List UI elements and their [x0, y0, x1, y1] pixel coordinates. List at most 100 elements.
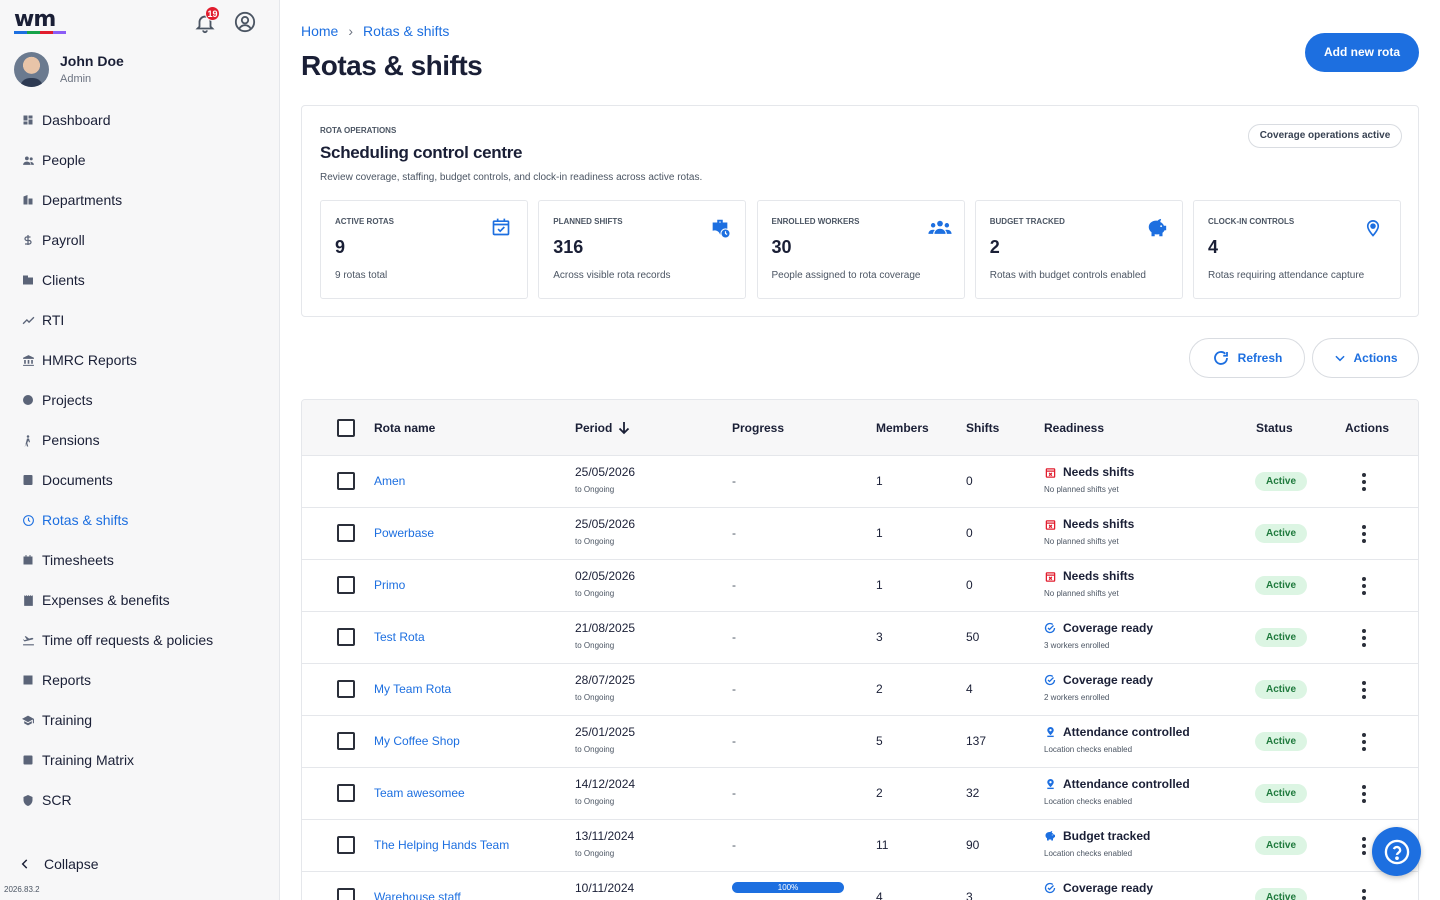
actions-button[interactable]: Actions: [1312, 338, 1419, 378]
piggy-bank-icon: [1044, 830, 1056, 842]
table-row[interactable]: My Coffee Shop 25/01/2025 to Ongoing - 5 137 A…: [302, 716, 1418, 768]
period-end: to Ongoing: [575, 745, 615, 754]
sidebar-item-label: Documents: [42, 472, 113, 488]
rota-name-link[interactable]: The Helping Hands Team: [374, 838, 509, 852]
breadcrumb-current[interactable]: Rotas & shifts: [363, 23, 449, 39]
sidebar-item-dashboard[interactable]: Dashboard: [0, 100, 279, 140]
sidebar-item-expenses-and-benefits[interactable]: Expenses & benefits: [0, 580, 279, 620]
members-count: 1: [876, 526, 883, 540]
wm-logo[interactable]: wm: [14, 7, 66, 34]
bank-icon: [21, 353, 35, 367]
status-badge: Active: [1255, 576, 1308, 595]
sidebar-item-training[interactable]: Training: [0, 700, 279, 740]
progress-value: -: [732, 630, 736, 644]
sidebar-item-label: SCR: [42, 792, 72, 808]
col-period[interactable]: Period: [575, 421, 630, 435]
status-badge: Active: [1255, 784, 1308, 803]
sidebar-item-departments[interactable]: Departments: [0, 180, 279, 220]
rota-name-link[interactable]: Primo: [374, 578, 405, 592]
sidebar-item-pensions[interactable]: Pensions: [0, 420, 279, 460]
col-rota-name[interactable]: Rota name: [374, 421, 435, 435]
more-vert-icon[interactable]: [1358, 471, 1370, 493]
table-row[interactable]: My Team Rota 28/07/2025 to Ongoing - 2 4 Cover…: [302, 664, 1418, 716]
row-checkbox[interactable]: [337, 628, 355, 646]
row-checkbox[interactable]: [337, 576, 355, 594]
rota-name-link[interactable]: Warehouse staff: [374, 890, 461, 900]
period-end: to Ongoing: [575, 485, 615, 494]
sidebar-item-reports[interactable]: Reports: [0, 660, 279, 700]
more-vert-icon[interactable]: [1358, 887, 1370, 900]
sidebar-item-people[interactable]: People: [0, 140, 279, 180]
table-row[interactable]: Amen 25/05/2026 to Ongoing - 1 0 Needs shifts N…: [302, 456, 1418, 508]
sidebar-item-training-matrix[interactable]: Training Matrix: [0, 740, 279, 780]
more-vert-icon[interactable]: [1358, 575, 1370, 597]
collapse-button[interactable]: Collapse: [18, 856, 98, 872]
rota-name-link[interactable]: Amen: [374, 474, 405, 488]
avatar[interactable]: [14, 52, 49, 87]
sidebar-item-hmrc-reports[interactable]: HMRC Reports: [0, 340, 279, 380]
readiness-label: Needs shifts: [1063, 569, 1135, 583]
sidebar-item-projects[interactable]: Projects: [0, 380, 279, 420]
readiness-label: Coverage ready: [1063, 621, 1154, 635]
row-checkbox[interactable]: [337, 472, 355, 490]
sidebar-item-timesheets[interactable]: Timesheets: [0, 540, 279, 580]
readiness-detail: 3 workers enrolled: [1044, 641, 1110, 650]
row-checkbox[interactable]: [337, 836, 355, 854]
rota-name-link[interactable]: My Team Rota: [374, 682, 451, 696]
more-vert-icon[interactable]: [1358, 783, 1370, 805]
breadcrumb-home[interactable]: Home: [301, 23, 338, 39]
select-all-checkbox[interactable]: [337, 419, 355, 437]
table-row[interactable]: Team awesomee 14/12/2024 to Ongoing - 2 32 Att…: [302, 768, 1418, 820]
logo-text: wm: [14, 7, 56, 32]
more-vert-icon[interactable]: [1358, 731, 1370, 753]
more-vert-icon[interactable]: [1358, 679, 1370, 701]
app-root: wm 19 John Doe Admin Dashboard People Depa…: [0, 0, 1440, 900]
stat-label: CLOCK-IN CONTROLS: [1208, 217, 1295, 226]
stat-card-active-rotas: ACTIVE ROTAS 9 9 rotas total: [320, 200, 528, 299]
check-badge-icon: [1044, 622, 1056, 634]
period-start: 25/05/2026: [575, 517, 636, 531]
row-checkbox[interactable]: [337, 784, 355, 802]
more-vert-icon[interactable]: [1358, 835, 1370, 857]
row-checkbox[interactable]: [337, 524, 355, 542]
row-checkbox[interactable]: [337, 680, 355, 698]
notification-badge: 19: [205, 6, 220, 21]
more-vert-icon[interactable]: [1358, 523, 1370, 545]
sidebar-item-scr[interactable]: SCR: [0, 780, 279, 820]
more-vert-icon[interactable]: [1358, 627, 1370, 649]
sidebar-item-documents[interactable]: Documents: [0, 460, 279, 500]
sidebar-item-time-off-requests-and-policies[interactable]: Time off requests & policies: [0, 620, 279, 660]
readiness-detail: No planned shifts yet: [1044, 537, 1119, 546]
elderly-icon: [21, 433, 35, 447]
table-row[interactable]: Primo 02/05/2026 to Ongoing - 1 0 Needs shifts…: [302, 560, 1418, 612]
readiness-label: Attendance controlled: [1063, 725, 1190, 739]
sidebar-item-clients[interactable]: Clients: [0, 260, 279, 300]
rota-name-link[interactable]: Test Rota: [374, 630, 425, 644]
stat-card-clock-in-controls: CLOCK-IN CONTROLS 4 Rotas requiring attend…: [1193, 200, 1401, 299]
stat-note: Rotas with budget controls enabled: [989, 270, 1146, 281]
col-actions: Actions: [1345, 421, 1390, 435]
table-row[interactable]: Powerbase 25/05/2026 to Ongoing - 1 0 Needs sh…: [302, 508, 1418, 560]
sidebar-item-payroll[interactable]: Payroll: [0, 220, 279, 260]
rota-name-link[interactable]: Powerbase: [374, 526, 434, 540]
row-checkbox[interactable]: [337, 732, 355, 750]
table-row[interactable]: Test Rota 21/08/2025 to Ongoing - 3 50 Coverag…: [302, 612, 1418, 664]
rota-name-link[interactable]: Team awesomee: [374, 786, 465, 800]
rota-name-link[interactable]: My Coffee Shop: [374, 734, 460, 748]
period-end: to Ongoing: [575, 589, 615, 598]
sidebar-item-rotas-and-shifts[interactable]: Rotas & shifts: [0, 500, 279, 540]
stat-label: ACTIVE ROTAS: [335, 217, 394, 226]
table-row[interactable]: The Helping Hands Team 13/11/2024 to Ongoi…: [302, 820, 1418, 872]
row-checkbox[interactable]: [337, 888, 355, 900]
sidebar-item-rti[interactable]: RTI: [0, 300, 279, 340]
stat-value: 316: [553, 237, 584, 257]
period-end: to Ongoing: [575, 641, 615, 650]
refresh-button[interactable]: Refresh: [1189, 338, 1305, 378]
readiness-detail: Location checks enabled: [1044, 797, 1133, 806]
table-row[interactable]: Warehouse staff10/11/2024to Ongoing100%4…: [302, 872, 1418, 900]
add-new-rota-button[interactable]: Add new rota: [1305, 33, 1419, 72]
readiness-detail: Location checks enabled: [1044, 745, 1133, 754]
account-circle-icon[interactable]: [234, 11, 256, 33]
help-button[interactable]: [1372, 827, 1421, 876]
help-icon: [1384, 839, 1409, 864]
